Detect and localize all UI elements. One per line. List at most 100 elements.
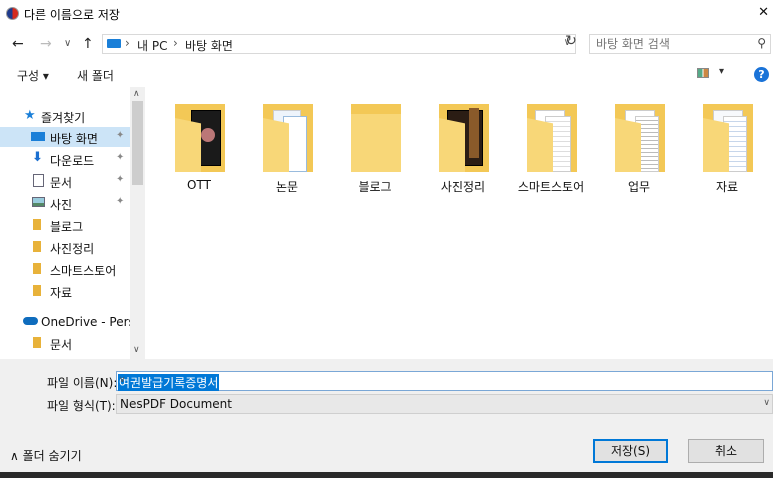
sidebar-item-photo-organize[interactable]: 사진정리	[0, 237, 130, 257]
forward-arrow-icon[interactable]: →	[40, 36, 52, 52]
folder-item-work[interactable]: 업무	[598, 102, 680, 197]
folder-label: 스마트스토어	[517, 180, 585, 194]
view-options-icon[interactable]	[697, 68, 709, 78]
file-list: OTT 논문 블로그 사진정리 스마트스토어 업무 자료	[145, 87, 773, 359]
sidebar-item-label: 문서	[50, 338, 73, 352]
close-icon[interactable]: ✕	[758, 5, 769, 20]
folder-item-smartstore[interactable]: 스마트스토어	[510, 102, 592, 197]
sidebar-item-label: 자료	[50, 286, 73, 300]
window-title: 다른 이름으로 저장	[24, 8, 120, 22]
app-logo-icon	[6, 7, 19, 20]
sidebar-item-onedrive[interactable]: OneDrive - Persor	[0, 312, 145, 332]
folder-item-blog[interactable]: 블로그	[334, 102, 416, 197]
sidebar-item-desktop[interactable]: 바탕 화면 ✦	[0, 127, 130, 147]
folder-label: 논문	[275, 180, 299, 194]
folder-icon	[175, 104, 225, 172]
folder-label: OTT	[187, 178, 211, 192]
sidebar-item-smartstore[interactable]: 스마트스토어	[0, 259, 130, 279]
folder-item-ott[interactable]: OTT	[158, 102, 240, 197]
sidebar-item-label: 즐겨찾기	[41, 111, 86, 125]
save-button[interactable]: 저장(S)	[593, 439, 668, 463]
scroll-up-icon[interactable]: ∧	[133, 89, 140, 99]
new-folder-button[interactable]: 새 폴더	[77, 67, 114, 84]
navigation-pane: ★ 즐겨찾기 바탕 화면 ✦ ⬇ 다운로드 ✦ 문서 ✦ 사진 ✦ 블로그 사진…	[0, 87, 145, 359]
sidebar-item-documents[interactable]: 문서 ✦	[0, 171, 130, 191]
sidebar-item-label: 블로그	[50, 220, 84, 234]
folder-icon	[615, 104, 665, 172]
sidebar-item-downloads[interactable]: ⬇ 다운로드 ✦	[0, 149, 130, 169]
save-as-dialog: 다른 이름으로 저장 ✕ ← → ∨ ↑ › 내 PC › 바탕 화면 ∨ ↻ …	[0, 0, 773, 472]
folder-icon	[33, 241, 41, 252]
folder-icon	[33, 285, 41, 296]
command-bar: 구성 ▾ 새 폴더 ▾ ?	[0, 61, 773, 88]
sidebar-item-label: 다운로드	[50, 154, 95, 168]
up-arrow-icon[interactable]: ↑	[82, 36, 94, 52]
search-input[interactable]	[596, 36, 746, 52]
breadcrumb-my-pc[interactable]: 내 PC	[137, 37, 167, 54]
cloud-icon	[23, 317, 38, 325]
pin-icon[interactable]: ✦	[116, 130, 124, 141]
scroll-down-icon[interactable]: ∨	[133, 345, 140, 355]
view-dropdown-icon[interactable]: ▾	[719, 66, 724, 77]
desktop-icon	[31, 132, 45, 141]
pin-icon[interactable]: ✦	[116, 174, 124, 185]
title-bar: 다른 이름으로 저장 ✕	[0, 0, 773, 28]
refresh-icon[interactable]: ↻	[562, 33, 580, 53]
filetype-dropdown-icon[interactable]: ∨	[763, 398, 770, 408]
save-form: 파일 이름(N): 여권발급기록증명서 ∨ 파일 형식(T): NesPDF D…	[0, 359, 773, 472]
folder-label: 블로그	[358, 180, 392, 194]
pin-icon[interactable]: ✦	[116, 196, 124, 207]
sidebar-scrollbar[interactable]: ∧ ∨	[130, 87, 145, 359]
breadcrumb-desktop[interactable]: 바탕 화면	[185, 37, 233, 54]
breadcrumb-sep-icon: ›	[173, 36, 178, 50]
filename-field[interactable]: 여권발급기록증명서 ∨	[116, 371, 773, 391]
folder-icon	[703, 104, 753, 172]
folder-icon	[527, 104, 577, 172]
folder-item-papers[interactable]: 논문	[246, 102, 328, 197]
scrollbar-thumb[interactable]	[132, 101, 143, 185]
filetype-value: NesPDF Document	[120, 397, 232, 411]
folder-item-materials[interactable]: 자료	[686, 102, 768, 197]
cancel-button[interactable]: 취소	[688, 439, 764, 463]
filename-dropdown-icon[interactable]: ∨	[118, 375, 770, 385]
folder-icon	[351, 104, 401, 172]
back-arrow-icon[interactable]: ←	[12, 36, 24, 52]
search-icon[interactable]: ⚲	[757, 36, 766, 50]
sidebar-item-label: 스마트스토어	[50, 264, 117, 278]
sidebar-item-blog[interactable]: 블로그	[0, 215, 130, 235]
filetype-select[interactable]: NesPDF Document ∨	[116, 394, 773, 414]
organize-button[interactable]: 구성 ▾	[17, 67, 49, 84]
folder-icon	[439, 104, 489, 172]
folder-icon	[33, 337, 41, 348]
pin-icon[interactable]: ✦	[116, 152, 124, 163]
star-icon: ★	[24, 108, 36, 123]
folder-label: 자료	[715, 180, 739, 194]
breadcrumb-sep-icon: ›	[125, 36, 130, 50]
address-bar-row: ← → ∨ ↑ › 내 PC › 바탕 화면 ∨ ↻ ⚲	[0, 28, 773, 61]
folder-label: 업무	[627, 180, 651, 194]
address-box[interactable]: › 내 PC › 바탕 화면 ∨	[102, 34, 576, 54]
search-box[interactable]: ⚲	[589, 34, 771, 54]
filename-label: 파일 이름(N):	[47, 376, 118, 390]
hide-folders-toggle[interactable]: ∧ 폴더 숨기기	[10, 447, 82, 464]
sidebar-item-label: 바탕 화면	[50, 132, 98, 146]
picture-icon	[32, 197, 45, 207]
help-icon[interactable]: ?	[754, 67, 769, 82]
document-icon	[33, 174, 44, 187]
recent-locations-icon[interactable]: ∨	[64, 38, 71, 49]
sidebar-item-label: 사진정리	[50, 242, 95, 256]
sidebar-item-label: 문서	[50, 176, 73, 190]
folder-icon	[33, 219, 41, 230]
sidebar-item-label: 사진	[50, 198, 73, 212]
folder-icon	[263, 104, 313, 172]
pc-icon	[107, 39, 121, 48]
background-strip	[0, 472, 773, 478]
sidebar-item-onedrive-documents[interactable]: 문서	[0, 333, 130, 353]
folder-icon	[33, 263, 41, 274]
sidebar-item-materials[interactable]: 자료	[0, 281, 130, 301]
sidebar-item-pictures[interactable]: 사진 ✦	[0, 193, 130, 213]
folder-label: 사진정리	[440, 180, 486, 194]
filetype-label: 파일 형식(T):	[47, 399, 116, 413]
sidebar-item-quick-access[interactable]: ★ 즐겨찾기	[0, 106, 130, 126]
folder-item-photo-organize[interactable]: 사진정리	[422, 102, 504, 197]
